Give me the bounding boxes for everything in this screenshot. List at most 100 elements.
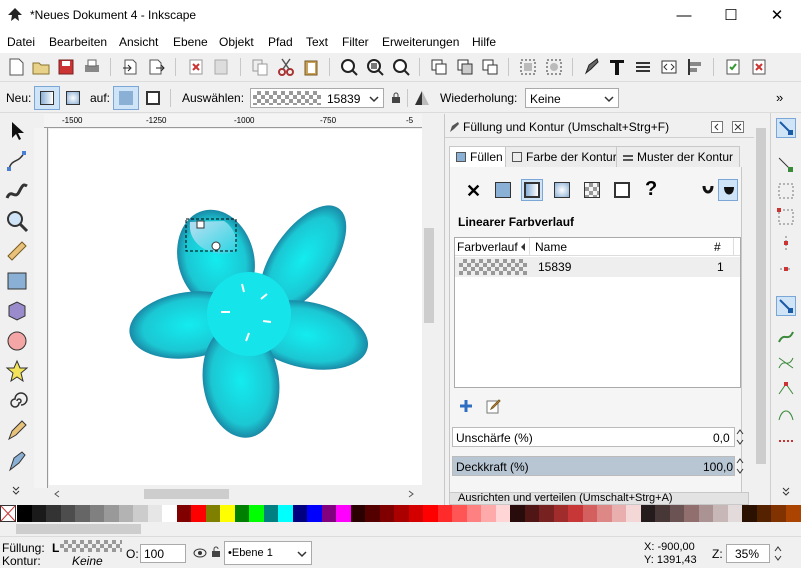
color-swatch[interactable] [640, 505, 656, 522]
no-color-swatch[interactable] [0, 505, 16, 522]
color-swatch[interactable] [321, 505, 337, 522]
zoom-drawing-icon[interactable] [365, 57, 385, 77]
print-icon[interactable] [82, 57, 102, 77]
color-swatch[interactable] [379, 505, 395, 522]
color-swatch[interactable] [785, 505, 801, 522]
snap-nodes-icon[interactable] [776, 296, 796, 316]
node-tool-icon[interactable] [4, 148, 30, 174]
pencil-tool-icon[interactable] [4, 418, 30, 444]
snap-cusp-nodes-icon[interactable] [776, 379, 796, 399]
paste-icon[interactable] [301, 57, 321, 77]
color-swatch[interactable] [220, 505, 235, 522]
dock-scrollbar[interactable] [754, 114, 768, 505]
color-swatch[interactable] [31, 505, 47, 522]
toolbox-more-icon[interactable] [10, 484, 22, 496]
scroll-left-icon[interactable] [53, 490, 61, 498]
color-swatch[interactable] [89, 505, 105, 522]
color-swatch[interactable] [539, 505, 554, 522]
column-header-gradient[interactable]: Farbverlauf [457, 240, 518, 254]
color-swatch[interactable] [176, 505, 192, 522]
zoom-tool-icon[interactable] [4, 208, 30, 234]
color-swatch[interactable] [568, 505, 583, 522]
zoom-selection-icon[interactable] [339, 57, 359, 77]
opacity-spin-icon[interactable] [735, 456, 745, 476]
gradient-start-handle[interactable] [196, 220, 205, 229]
color-swatch[interactable] [365, 505, 380, 522]
3d-box-tool-icon[interactable] [4, 298, 30, 324]
color-swatch[interactable] [597, 505, 612, 522]
color-swatch[interactable] [611, 505, 627, 522]
star-tool-icon[interactable] [4, 358, 30, 384]
document-properties-icon[interactable] [723, 57, 743, 77]
color-swatch[interactable] [582, 505, 598, 522]
flower-shape[interactable] [125, 191, 375, 443]
on-stroke-toggle[interactable] [141, 87, 165, 109]
layers-dialog-icon[interactable] [633, 57, 653, 77]
color-swatch[interactable] [510, 505, 525, 522]
color-swatch[interactable] [104, 505, 119, 522]
snap-smooth-nodes-icon[interactable] [776, 405, 796, 425]
color-swatch[interactable] [423, 505, 438, 522]
color-swatch[interactable] [495, 505, 511, 522]
flower-drawing[interactable] [49, 129, 422, 485]
snap-path-intersection-icon[interactable] [776, 353, 796, 373]
on-fill-toggle[interactable] [113, 86, 139, 110]
unset-paint-button[interactable]: ? [645, 178, 657, 201]
color-swatch[interactable] [234, 505, 250, 522]
tab-fill[interactable]: Füllen [449, 146, 510, 168]
panel-close-icon[interactable] [732, 121, 744, 133]
minimize-button[interactable]: — [661, 0, 707, 31]
radial-gradient-toggle[interactable] [61, 87, 85, 109]
color-swatch[interactable] [437, 505, 453, 522]
horizontal-scroll-thumb[interactable] [144, 489, 229, 499]
color-swatch[interactable] [524, 505, 540, 522]
no-paint-button[interactable]: ✕ [466, 181, 481, 202]
duplicate-icon[interactable] [429, 57, 449, 77]
add-gradient-icon[interactable] [459, 399, 473, 413]
zoom-input[interactable]: 35% [726, 544, 770, 563]
color-swatch[interactable] [350, 505, 366, 522]
color-swatch[interactable] [278, 505, 293, 522]
rectangle-tool-icon[interactable] [4, 268, 30, 294]
preferences-icon[interactable] [749, 57, 769, 77]
color-swatch[interactable] [742, 505, 757, 522]
color-swatch[interactable] [698, 505, 714, 522]
color-swatch[interactable] [46, 505, 61, 522]
dock-scroll-thumb[interactable] [756, 128, 766, 464]
unlink-clone-icon[interactable] [480, 57, 500, 77]
fill-stroke-dialog-icon[interactable] [582, 57, 602, 77]
color-swatch[interactable] [205, 505, 221, 522]
gradient-end-handle[interactable] [211, 241, 221, 251]
snap-bbox-icon[interactable] [776, 155, 796, 175]
snap-more-icon[interactable] [781, 486, 791, 496]
cut-icon[interactable] [276, 57, 296, 77]
zoom-page-icon[interactable] [391, 57, 411, 77]
group-icon[interactable] [518, 57, 538, 77]
menu-hilfe[interactable]: Hilfe [472, 35, 496, 49]
vertical-scroll-thumb[interactable] [424, 228, 434, 323]
fill-indicator-swatch[interactable] [60, 540, 122, 552]
undo-icon[interactable] [186, 57, 206, 77]
color-swatch[interactable] [481, 505, 496, 522]
palette-scroll-thumb[interactable] [16, 524, 141, 534]
pattern-button[interactable] [581, 179, 603, 201]
menu-text[interactable]: Text [306, 35, 328, 49]
menu-ebene[interactable]: Ebene [173, 35, 208, 49]
canvas-vertical-scrollbar[interactable] [422, 128, 436, 488]
align-dialog-icon[interactable] [685, 57, 705, 77]
reverse-gradient-icon[interactable] [413, 89, 431, 107]
scroll-right-icon[interactable] [407, 490, 415, 498]
lock-icon[interactable] [391, 92, 401, 104]
color-swatch[interactable] [307, 505, 322, 522]
color-swatch[interactable] [727, 505, 743, 522]
color-swatch[interactable] [669, 505, 685, 522]
color-swatch[interactable] [162, 505, 177, 522]
snap-bbox-center-icon[interactable] [776, 259, 796, 279]
color-swatch[interactable] [408, 505, 424, 522]
text-dialog-icon[interactable] [607, 57, 627, 77]
fill-rule-nonzero-button[interactable] [718, 179, 738, 201]
tab-stroke-paint[interactable]: Farbe der Kontur [505, 146, 624, 168]
color-swatch[interactable] [191, 505, 206, 522]
pen-tool-icon[interactable] [4, 448, 30, 474]
color-swatch[interactable] [713, 505, 728, 522]
